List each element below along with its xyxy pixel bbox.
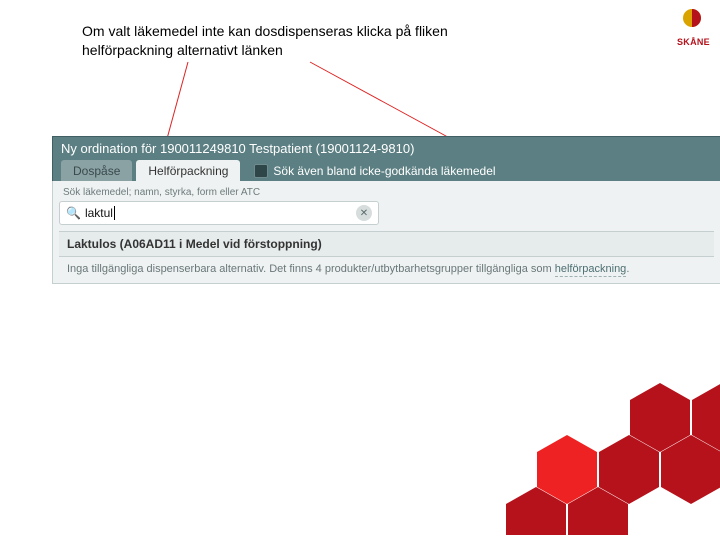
tab-row: Dospåse Helförpackning Sök även bland ic… (52, 160, 720, 181)
search-input[interactable]: laktul (85, 206, 356, 221)
search-input-value: laktul (85, 206, 113, 220)
search-field-label: Sök läkemedel; namn, styrka, form eller … (59, 185, 714, 201)
include-nonapproved-checkbox[interactable] (254, 164, 268, 178)
result-heading: Laktulos (A06AD11 i Medel vid förstoppni… (59, 231, 714, 256)
tab-helforpackning[interactable]: Helförpackning (136, 160, 240, 181)
checkbox-row: Sök även bland icke-godkända läkemedel (254, 164, 495, 178)
window-title-text: Ny ordination för 190011249810 Testpatie… (61, 141, 414, 156)
checkbox-label: Sök även bland icke-godkända läkemedel (273, 164, 495, 178)
callout-text: Om valt läkemedel inte kan dosdispensera… (82, 23, 448, 58)
result-suffix: . (626, 263, 629, 275)
search-icon: 🔍 (66, 206, 81, 220)
tab-helforpackning-label: Helförpackning (148, 164, 228, 178)
app-window: Ny ordination för 190011249810 Testpatie… (52, 136, 720, 284)
tab-dospase-label: Dospåse (73, 164, 120, 178)
logo-label: SKÅNE (677, 37, 710, 47)
helforpackning-link[interactable]: helförpackning (555, 263, 627, 277)
logo-icon (677, 6, 707, 36)
result-heading-text: Laktulos (A06AD11 i Medel vid förstoppni… (67, 237, 322, 251)
instruction-callout: Om valt läkemedel inte kan dosdispensera… (82, 22, 462, 60)
hex-icon (460, 375, 720, 535)
search-panel: Sök läkemedel; namn, styrka, form eller … (52, 181, 720, 284)
result-prefix: Inga tillgängliga dispenserbara alternat… (67, 263, 555, 275)
decorative-hexagons (460, 375, 720, 540)
brand-logo: SKÅNE (677, 6, 710, 47)
clear-search-button[interactable]: ✕ (356, 205, 372, 221)
search-box: 🔍 laktul ✕ (59, 201, 379, 225)
tab-dospase[interactable]: Dospåse (61, 160, 132, 181)
text-cursor (114, 206, 115, 220)
result-message: Inga tillgängliga dispenserbara alternat… (59, 256, 714, 283)
window-title: Ny ordination för 190011249810 Testpatie… (52, 136, 720, 160)
